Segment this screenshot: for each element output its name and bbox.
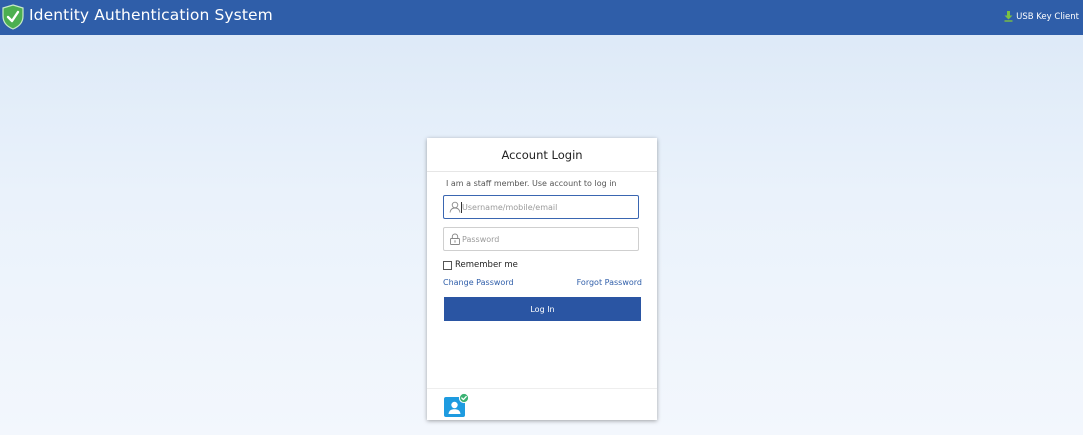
forgot-password-link[interactable]: Forgot Password <box>577 278 642 287</box>
change-password-link[interactable]: Change Password <box>443 278 514 287</box>
user-icon <box>449 201 461 213</box>
remember-me-label[interactable]: Remember me <box>455 260 518 270</box>
app-title: Identity Authentication System <box>29 6 273 24</box>
username-input[interactable] <box>462 198 632 216</box>
top-bar: Identity Authentication System USB Key C… <box>0 0 1083 35</box>
card-header: Account Login <box>427 138 657 172</box>
remember-me-checkbox[interactable] <box>443 260 452 270</box>
shield-check-icon <box>2 4 24 30</box>
password-input[interactable] <box>462 230 632 248</box>
remember-me: Remember me <box>443 260 518 270</box>
lock-icon <box>450 233 460 245</box>
login-card: Account Login I am a staff member. Use a… <box>427 138 657 420</box>
download-icon <box>1004 11 1013 22</box>
password-field[interactable] <box>443 227 639 251</box>
login-hint: I am a staff member. Use account to log … <box>446 179 617 188</box>
badge-user-verified-icon[interactable] <box>444 393 469 418</box>
login-button[interactable]: Log In <box>444 297 641 321</box>
usb-key-client-label: USB Key Client <box>1016 11 1079 22</box>
card-footer <box>427 388 657 421</box>
login-title: Account Login <box>501 148 583 162</box>
usb-key-client-link[interactable]: USB Key Client <box>1004 11 1079 22</box>
username-field[interactable] <box>443 195 639 219</box>
